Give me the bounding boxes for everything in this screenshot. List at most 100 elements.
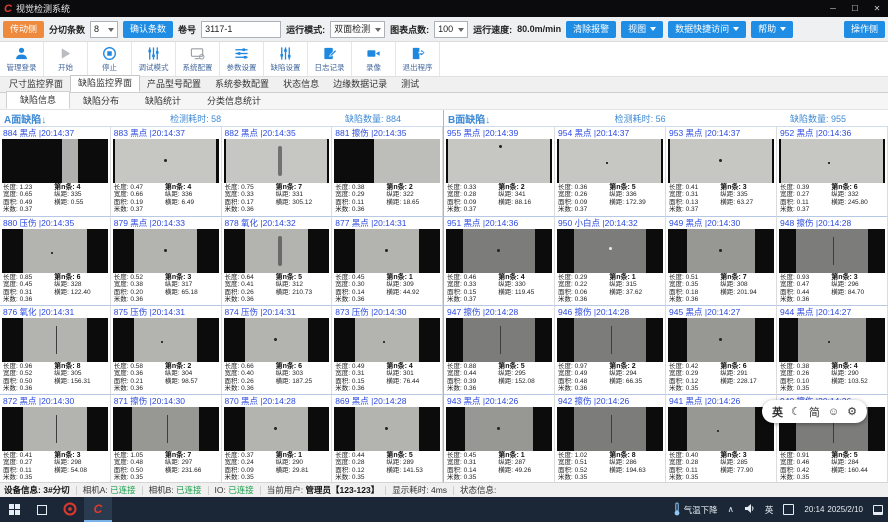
tab-0[interactable]: 尺寸监控界面 — [2, 77, 70, 92]
notification-center-button[interactable] — [868, 497, 888, 522]
defect-card[interactable]: 945 黑点 |20:14:27长度: 0.42宽度: 0.29面积: 0.12… — [666, 305, 777, 394]
exit-program-button[interactable]: 退出程序 — [396, 42, 440, 76]
log-record-button[interactable]: 日志记录 — [308, 42, 352, 76]
defect-card[interactable]: 880 压伤 |20:14:35长度: 0.85宽度: 0.45面积: 0.31… — [0, 216, 111, 305]
chart-points-select[interactable]: 100 — [434, 21, 468, 38]
defect-card[interactable]: 949 黑点 |20:14:30长度: 0.51宽度: 0.35面积: 0.18… — [666, 216, 777, 305]
tray-expand-button[interactable]: ∧ — [723, 497, 739, 522]
ime-simplified-toggle[interactable]: 简 — [809, 404, 820, 420]
system-config-button[interactable]: 系统配置 — [176, 42, 220, 76]
defect-card[interactable]: 952 黑点 |20:14:36长度: 0.39宽度: 0.27面积: 0.11… — [777, 127, 888, 216]
tab-6[interactable]: 测试 — [394, 77, 426, 92]
defect-card[interactable]: 876 氧化 |20:14:31长度: 0.96宽度: 0.52面积: 0.50… — [0, 305, 111, 394]
parameter-settings-button[interactable]: 参数设置 — [220, 42, 264, 76]
drive-side-button[interactable]: 传动侧 — [3, 21, 44, 38]
defect-card[interactable]: 942 擦伤 |20:14:26长度: 1.02宽度: 0.51面积: 0.52… — [555, 394, 666, 482]
defect-card[interactable]: 955 黑点 |20:14:39长度: 0.33宽度: 0.28面积: 0.09… — [444, 127, 555, 216]
subtab-0[interactable]: 缺陷信息 — [6, 91, 70, 109]
gear-icon[interactable]: ⚙ — [847, 405, 857, 418]
clock[interactable]: 20:14 2025/2/10 — [799, 497, 868, 522]
maximize-button[interactable]: ☐ — [844, 0, 866, 17]
tab-1[interactable]: 缺陷监控界面 — [70, 75, 140, 92]
defect-card-header: 946 擦伤 |20:14:28 — [555, 306, 665, 318]
tab-3[interactable]: 系统参数配置 — [208, 77, 276, 92]
close-button[interactable]: ✕ — [866, 0, 888, 17]
camera-b-status: 相机B: 已连接 — [149, 484, 202, 496]
defect-card-info: 长度: 0.88宽度: 0.44面积: 0.39米数: 0.36第n条: 5纵距… — [444, 362, 554, 394]
ime-language-bar[interactable]: 英 ☾ 简 ☺ ⚙ — [762, 400, 867, 423]
record-video-button[interactable]: 录像 — [352, 42, 396, 76]
defect-card[interactable]: 953 黑点 |20:14:37长度: 0.41宽度: 0.31面积: 0.13… — [666, 127, 777, 216]
defect-card-header: 873 压伤 |20:14:30 — [332, 306, 442, 318]
ime-english-toggle[interactable]: 英 — [772, 404, 783, 420]
subtab-1[interactable]: 缺陷分布 — [70, 93, 132, 109]
task-view-button[interactable] — [28, 497, 56, 522]
tab-5[interactable]: 边缘数据记录 — [326, 77, 394, 92]
defect-card[interactable]: 871 擦伤 |20:14:30长度: 1.05宽度: 0.48面积: 0.50… — [111, 394, 222, 482]
defect-thumbnail — [446, 229, 552, 273]
defect-card[interactable]: 943 黑点 |20:14:26长度: 0.45宽度: 0.31面积: 0.14… — [444, 394, 555, 482]
thermometer-icon — [673, 502, 681, 518]
defect-card-header: 884 黑点 |20:14:37 — [0, 127, 110, 139]
defect-card[interactable]: 883 黑点 |20:14:37长度: 0.47宽度: 0.66面积: 0.19… — [111, 127, 222, 216]
start-button[interactable]: 开始 — [44, 42, 88, 76]
admin-login-button[interactable]: 管理登录 — [0, 42, 44, 76]
minimize-button[interactable]: ─ — [822, 0, 844, 17]
defect-card[interactable]: 944 黑点 |20:14:27长度: 0.38宽度: 0.26面积: 0.10… — [777, 305, 888, 394]
debug-mode-button[interactable]: 调试模式 — [132, 42, 176, 76]
view-menu-button[interactable]: 视图 — [621, 21, 663, 38]
confirm-strip-count-button[interactable]: 确认条数 — [123, 21, 173, 38]
defect-card[interactable]: 948 擦伤 |20:14:28长度: 0.93宽度: 0.47面积: 0.44… — [777, 216, 888, 305]
help-menu-button[interactable]: 帮助 — [751, 21, 793, 38]
defect-card[interactable]: 881 擦伤 |20:14:35长度: 0.38宽度: 0.29面积: 0.11… — [332, 127, 443, 216]
ime-mode-button[interactable] — [778, 497, 799, 522]
run-mode-select[interactable]: 双面检测 — [330, 21, 385, 38]
operator-side-button[interactable]: 操作侧 — [844, 21, 885, 38]
tray-time: 20:14 — [804, 505, 824, 515]
defect-card[interactable]: 872 黑点 |20:14:30长度: 0.41宽度: 0.27面积: 0.11… — [0, 394, 111, 482]
defect-card-header: 951 黑点 |20:14:36 — [444, 217, 554, 229]
moon-icon[interactable]: ☾ — [791, 405, 801, 418]
start-button[interactable] — [0, 497, 28, 522]
windows-logo-icon — [9, 504, 20, 515]
stop-button[interactable]: 停止 — [88, 42, 132, 76]
subtab-3[interactable]: 分类信息统计 — [194, 93, 274, 109]
defect-card[interactable]: 941 黑点 |20:14:26长度: 0.40宽度: 0.28面积: 0.11… — [666, 394, 777, 482]
defect-card[interactable]: 882 黑点 |20:14:35长度: 0.75宽度: 0.33面积: 0.17… — [222, 127, 333, 216]
defect-card[interactable]: 950 小白点 |20:14:32长度: 0.29宽度: 0.22面积: 0.0… — [555, 216, 666, 305]
defect-card[interactable]: 951 黑点 |20:14:36长度: 0.46宽度: 0.33面积: 0.15… — [444, 216, 555, 305]
defect-card[interactable]: 874 压伤 |20:14:31长度: 0.66宽度: 0.40面积: 0.26… — [222, 305, 333, 394]
defect-card[interactable]: 879 黑点 |20:14:33长度: 0.52宽度: 0.38面积: 0.20… — [111, 216, 222, 305]
tab-2[interactable]: 产品型号配置 — [140, 77, 208, 92]
defect-card[interactable]: 877 黑点 |20:14:31长度: 0.45宽度: 0.30面积: 0.14… — [332, 216, 443, 305]
weather-tray-item[interactable]: 气温下降 — [668, 497, 723, 522]
clear-alarm-button[interactable]: 清除报警 — [566, 21, 616, 38]
ime-language-indicator[interactable]: 英 — [760, 497, 779, 522]
divider — [260, 486, 261, 495]
defect-card[interactable]: 946 擦伤 |20:14:28长度: 0.97宽度: 0.49面积: 0.48… — [555, 305, 666, 394]
defect-card-header: 941 黑点 |20:14:26 — [666, 395, 776, 407]
quick-access-menu-button[interactable]: 数据快捷访问 — [668, 21, 746, 38]
defect-settings-button[interactable]: 缺陷设置 — [264, 42, 308, 76]
defect-card-header: 878 氧化 |20:14:32 — [222, 217, 332, 229]
defect-card[interactable]: 869 黑点 |20:14:28长度: 0.44宽度: 0.28面积: 0.12… — [332, 394, 443, 482]
roll-number-input[interactable]: 3117-1 — [201, 21, 281, 38]
defect-card-info: 长度: 0.47宽度: 0.66面积: 0.19米数: 0.37第n条: 4纵距… — [111, 183, 221, 216]
top-toolbar: 传动侧 分切条数 8 确认条数 卷号 3117-1 运行模式: 双面检测 图表点… — [0, 17, 888, 42]
defect-thumbnail — [113, 139, 219, 183]
defect-card[interactable]: 947 擦伤 |20:14:28长度: 0.88宽度: 0.44面积: 0.39… — [444, 305, 555, 394]
defect-card[interactable]: 954 黑点 |20:14:37长度: 0.36宽度: 0.26面积: 0.09… — [555, 127, 666, 216]
pinned-app-button[interactable] — [56, 497, 84, 522]
defect-card[interactable]: 870 黑点 |20:14:28长度: 0.37宽度: 0.24面积: 0.09… — [222, 394, 333, 482]
defect-thumbnail — [557, 229, 663, 273]
defect-card[interactable]: 878 氧化 |20:14:32长度: 0.64宽度: 0.41面积: 0.26… — [222, 216, 333, 305]
subtab-2[interactable]: 缺陷统计 — [132, 93, 194, 109]
emoji-face-icon[interactable]: ☺ — [828, 406, 839, 418]
volume-button[interactable] — [739, 497, 760, 522]
defect-card[interactable]: 873 压伤 |20:14:30长度: 0.49宽度: 0.31面积: 0.15… — [332, 305, 443, 394]
active-app-button[interactable]: C — [84, 497, 112, 522]
strip-count-select[interactable]: 8 — [90, 21, 118, 38]
defect-card[interactable]: 884 黑点 |20:14:37长度: 1.23宽度: 0.65面积: 0.49… — [0, 127, 111, 216]
defect-card[interactable]: 875 压伤 |20:14:31长度: 0.58宽度: 0.36面积: 0.21… — [111, 305, 222, 394]
tab-4[interactable]: 状态信息 — [276, 77, 326, 92]
